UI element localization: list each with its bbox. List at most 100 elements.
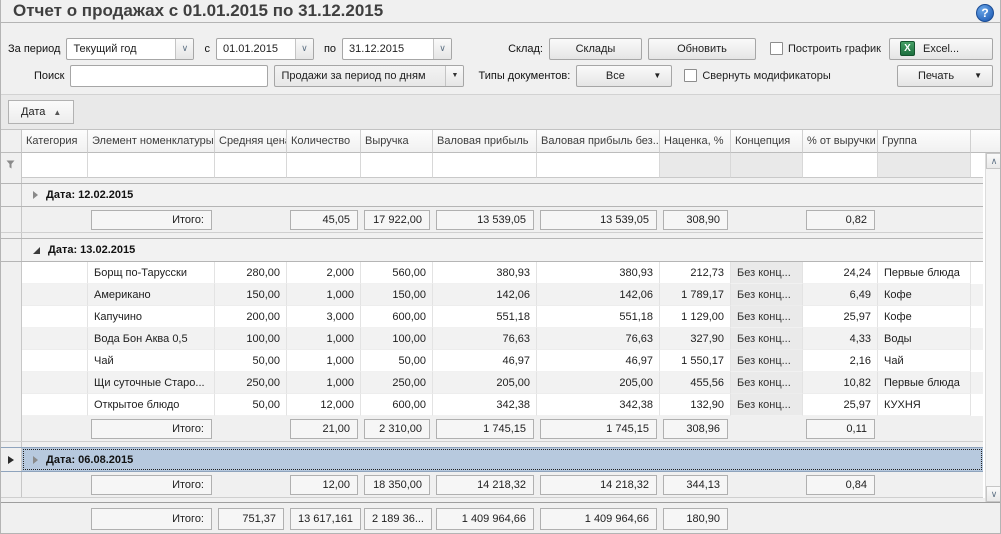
cell-group[interactable]: Воды (878, 328, 971, 350)
excel-button[interactable]: X Excel... (889, 38, 993, 60)
cell-gross_wo[interactable]: 142,06 (537, 284, 660, 306)
cell-gross[interactable]: 380,93 (433, 262, 537, 284)
cell-concept[interactable]: Без конц... (731, 306, 803, 328)
collapse-group-icon[interactable] (33, 247, 40, 254)
cell-gross[interactable]: 142,06 (433, 284, 537, 306)
cell-name[interactable]: Щи суточные Старо... (88, 372, 215, 394)
expand-group-icon[interactable] (33, 456, 38, 464)
group-row-content[interactable]: Дата: 06.08.2015 (22, 448, 983, 471)
date-group-chip[interactable]: Дата ▲ (8, 100, 74, 124)
filter-cell-revenue[interactable] (361, 153, 433, 178)
cell-qty[interactable]: 1,000 (287, 328, 361, 350)
group-row[interactable]: Дата: 06.08.2015 (0, 447, 983, 472)
cell-revenue[interactable]: 250,00 (361, 372, 433, 394)
cell-qty[interactable]: 2,000 (287, 262, 361, 284)
print-button[interactable]: Печать ▼ (897, 65, 993, 87)
cell-avg_price[interactable]: 280,00 (215, 262, 287, 284)
filter-cell-qty[interactable] (287, 153, 361, 178)
cell-revenue[interactable]: 50,00 (361, 350, 433, 372)
chevron-down-icon[interactable]: ∨ (175, 39, 193, 59)
table-row[interactable]: Борщ по-Тарусски280,002,000560,00380,933… (0, 262, 983, 284)
column-header-category[interactable]: Категория (22, 130, 88, 153)
filter-cell-avg_price[interactable] (215, 153, 287, 178)
collapse-modifiers-checkbox[interactable]: Свернуть модификаторы (684, 69, 830, 82)
filter-cell-group[interactable] (878, 153, 971, 178)
cell-pct_revenue[interactable]: 6,49 (803, 284, 878, 306)
table-row[interactable]: Вода Бон Аква 0,5100,001,000100,0076,637… (0, 328, 983, 350)
to-date-select[interactable]: 31.12.2015 ∨ (342, 38, 452, 60)
cell-name[interactable]: Открытое блюдо (88, 394, 215, 416)
help-icon[interactable]: ? (976, 4, 994, 22)
warehouses-button[interactable]: Склады (549, 38, 642, 60)
cell-category[interactable] (22, 262, 88, 284)
period-select[interactable]: Текущий год ∨ (66, 38, 194, 60)
cell-gross_wo[interactable]: 380,93 (537, 262, 660, 284)
cell-revenue[interactable]: 560,00 (361, 262, 433, 284)
cell-revenue[interactable]: 600,00 (361, 394, 433, 416)
cell-markup[interactable]: 132,90 (660, 394, 731, 416)
cell-gross_wo[interactable]: 551,18 (537, 306, 660, 328)
cell-group[interactable]: Первые блюда (878, 262, 971, 284)
cell-concept[interactable]: Без конц... (731, 372, 803, 394)
search-input[interactable] (70, 65, 268, 87)
cell-gross[interactable]: 76,63 (433, 328, 537, 350)
filter-cell-markup[interactable] (660, 153, 731, 178)
scroll-up-icon[interactable]: ∧ (986, 153, 1001, 169)
cell-pct_revenue[interactable]: 24,24 (803, 262, 878, 284)
cell-gross[interactable]: 551,18 (433, 306, 537, 328)
cell-name[interactable]: Капучино (88, 306, 215, 328)
cell-name[interactable]: Американо (88, 284, 215, 306)
cell-qty[interactable]: 3,000 (287, 306, 361, 328)
cell-concept[interactable]: Без конц... (731, 350, 803, 372)
group-row-content[interactable]: Дата: 12.02.2015 (22, 184, 983, 206)
column-header-group[interactable]: Группа (878, 130, 971, 153)
column-header-gross_wo[interactable]: Валовая прибыль без... (537, 130, 660, 153)
cell-concept[interactable]: Без конц... (731, 284, 803, 306)
cell-pct_revenue[interactable]: 25,97 (803, 394, 878, 416)
dropdown-arrow-icon[interactable]: ▼ (445, 66, 463, 86)
cell-pct_revenue[interactable]: 4,33 (803, 328, 878, 350)
cell-pct_revenue[interactable]: 10,82 (803, 372, 878, 394)
cell-gross_wo[interactable]: 205,00 (537, 372, 660, 394)
chevron-down-icon[interactable]: ∨ (433, 39, 451, 59)
from-date-select[interactable]: 01.01.2015 ∨ (216, 38, 314, 60)
group-row-content[interactable]: Дата: 13.02.2015 (22, 239, 983, 261)
cell-concept[interactable]: Без конц... (731, 394, 803, 416)
table-row[interactable]: Чай50,001,00050,0046,9746,971 550,17Без … (0, 350, 983, 372)
cell-markup[interactable]: 1 550,17 (660, 350, 731, 372)
cell-revenue[interactable]: 600,00 (361, 306, 433, 328)
chevron-down-icon[interactable]: ∨ (295, 39, 313, 59)
filter-cell-name[interactable] (88, 153, 215, 178)
cell-gross_wo[interactable]: 46,97 (537, 350, 660, 372)
cell-avg_price[interactable]: 50,00 (215, 394, 287, 416)
filter-cell-category[interactable] (22, 153, 88, 178)
cell-group[interactable]: КУХНЯ (878, 394, 971, 416)
table-row[interactable]: Щи суточные Старо...250,001,000250,00205… (0, 372, 983, 394)
cell-revenue[interactable]: 150,00 (361, 284, 433, 306)
cell-gross[interactable]: 205,00 (433, 372, 537, 394)
doc-types-select[interactable]: Все ▼ (576, 65, 672, 87)
expand-group-icon[interactable] (33, 191, 38, 199)
vertical-scrollbar[interactable]: ∧ ∨ (985, 153, 1001, 502)
column-header-avg_price[interactable]: Средняя цена (215, 130, 287, 153)
refresh-button[interactable]: Обновить (648, 38, 756, 60)
checkbox-icon[interactable] (684, 69, 697, 82)
cell-revenue[interactable]: 100,00 (361, 328, 433, 350)
cell-qty[interactable]: 1,000 (287, 350, 361, 372)
cell-avg_price[interactable]: 250,00 (215, 372, 287, 394)
cell-avg_price[interactable]: 50,00 (215, 350, 287, 372)
cell-markup[interactable]: 327,90 (660, 328, 731, 350)
cell-qty[interactable]: 1,000 (287, 284, 361, 306)
cell-qty[interactable]: 1,000 (287, 372, 361, 394)
cell-category[interactable] (22, 306, 88, 328)
cell-category[interactable] (22, 350, 88, 372)
table-row[interactable]: Открытое блюдо50,0012,000600,00342,38342… (0, 394, 983, 416)
cell-gross_wo[interactable]: 76,63 (537, 328, 660, 350)
table-row[interactable]: Капучино200,003,000600,00551,18551,181 1… (0, 306, 983, 328)
filter-cell-pct_revenue[interactable] (803, 153, 878, 178)
cell-avg_price[interactable]: 150,00 (215, 284, 287, 306)
filter-cell-concept[interactable] (731, 153, 803, 178)
cell-gross_wo[interactable]: 342,38 (537, 394, 660, 416)
cell-markup[interactable]: 455,56 (660, 372, 731, 394)
cell-name[interactable]: Чай (88, 350, 215, 372)
